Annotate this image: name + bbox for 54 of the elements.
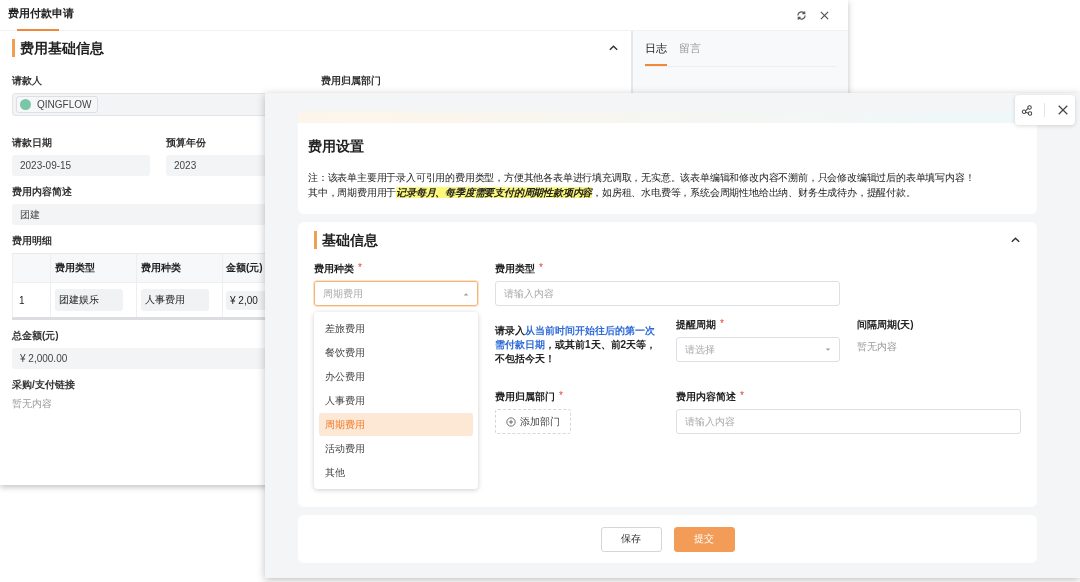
column-header: 费用类型	[55, 262, 95, 273]
table-cell: 人事费用	[141, 289, 209, 311]
row-number: 1	[19, 294, 25, 306]
hint-text: 请录入从当前时间开始往后的第一次需付款日期，或其前1天、前2天等，不包括今天！	[495, 324, 658, 366]
plus-circle-icon	[506, 416, 516, 427]
field-label: 费用归属部门	[495, 390, 555, 404]
field-label: 请款日期	[12, 136, 53, 150]
field-label: 预算年份	[166, 136, 207, 150]
dropdown-option[interactable]: 活动费用	[319, 437, 473, 460]
field-label: 总金额(元)	[12, 329, 59, 343]
field-label: 费用明细	[12, 234, 52, 248]
share-icon[interactable]	[1020, 104, 1033, 116]
window-title: 费用付款申请	[8, 0, 74, 30]
section-title: 基础信息	[314, 231, 378, 249]
field-label: 请款人	[12, 74, 43, 88]
field-label: 费用种类	[314, 262, 354, 276]
add-department-button[interactable]: 添加部门	[495, 409, 571, 434]
field-label: 费用内容简述	[676, 390, 736, 404]
close-icon[interactable]	[1057, 104, 1070, 116]
dropdown-option[interactable]: 差旅费用	[319, 317, 473, 340]
empty-text: 暂无内容	[857, 340, 898, 354]
column-header: 费用种类	[141, 262, 181, 273]
dropdown-option[interactable]: 其他	[319, 461, 473, 484]
section-title: 费用基础信息	[12, 39, 104, 57]
empty-text: 暂无内容	[12, 397, 52, 411]
field-label: 费用内容简述	[12, 185, 72, 199]
avatar-icon	[20, 99, 31, 110]
note-text: 注：该表单主要用于录入可引用的费用类型，方便其他各表单进行填充调取，无实意。该表单编辑和修改内容不溯前，只会修改编辑过后的表单填写内容！	[308, 171, 976, 185]
required-mark: *	[559, 390, 563, 401]
required-mark: *	[539, 262, 543, 273]
close-icon[interactable]	[819, 9, 830, 21]
refresh-icon[interactable]	[796, 9, 807, 21]
table-cell: 团建娱乐	[55, 289, 123, 311]
caret-icon[interactable]	[608, 44, 619, 52]
field-label: 费用归属部门	[321, 74, 381, 88]
caret-icon[interactable]	[1010, 236, 1021, 244]
field-label: 采购/支付链接	[12, 378, 75, 392]
date-field: 2023-09-15	[12, 155, 150, 176]
caret-icon	[825, 347, 831, 352]
required-mark: *	[358, 262, 362, 273]
caret-icon	[463, 291, 469, 296]
card-title: 费用设置	[308, 138, 364, 154]
side-tab[interactable]: 日志	[645, 41, 667, 66]
dropdown-option[interactable]: 餐饮费用	[319, 341, 473, 364]
form-button[interactable]: 保存	[600, 526, 662, 552]
required-mark: *	[740, 390, 744, 401]
dropdown-option[interactable]: 人事费用	[319, 389, 473, 412]
dropdown-option[interactable]: 办公费用	[319, 365, 473, 388]
user-chip: QINGFLOW	[16, 96, 99, 113]
column-header: 金额(元)	[226, 262, 263, 273]
required-mark: *	[720, 318, 724, 329]
field-label: 费用类型	[495, 262, 535, 276]
field-label: 提醒周期	[676, 318, 716, 332]
field-label: 间隔周期(天)	[857, 318, 914, 332]
